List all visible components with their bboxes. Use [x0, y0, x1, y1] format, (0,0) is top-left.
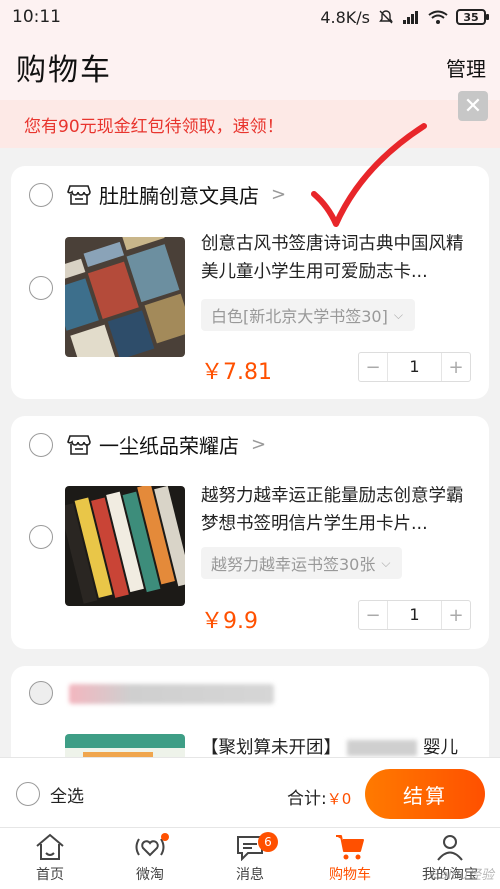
manage-button[interactable]: 管理 [446, 53, 486, 82]
notification-dot [161, 833, 169, 841]
tab-label: 购物车 [329, 867, 371, 883]
promo-text: 您有90元现金红包待领取，速领！ [24, 116, 284, 137]
message-badge: 6 [258, 832, 278, 852]
status-time: 10:11 [12, 7, 61, 27]
shop-header[interactable]: 一尘纸品荣耀店 > [67, 430, 266, 459]
wifi-icon [428, 10, 448, 24]
cart-footer: 全选 合计:￥0 结算 [0, 757, 500, 827]
close-icon[interactable]: ✕ [458, 91, 488, 121]
item-select-radio[interactable] [29, 276, 53, 300]
tab-messages[interactable]: 6 消息 [200, 828, 300, 889]
cart-icon [336, 835, 364, 860]
quantity-value[interactable]: 1 [387, 353, 442, 381]
store-icon [67, 434, 91, 455]
quantity-stepper: − 1 + [358, 352, 471, 382]
variant-label: 越努力越幸运书签30张 [211, 555, 376, 574]
shop-header[interactable]: 肚肚腩创意文具店 > [67, 180, 286, 209]
home-icon [36, 833, 64, 860]
shop-name: 一尘纸品荣耀店 [99, 434, 239, 458]
product-thumbnail[interactable] [65, 237, 185, 357]
product-price: ￥9.9 [201, 609, 258, 634]
tab-cart[interactable]: 购物车 [300, 828, 400, 889]
quantity-stepper: − 1 + [358, 600, 471, 630]
select-all-radio[interactable] [16, 782, 40, 806]
status-bar: 10:11 4.8K/s 35 [0, 0, 500, 34]
select-all-label[interactable]: 全选 [50, 782, 84, 807]
product-price: ￥7.81 [201, 360, 272, 385]
shop-select-radio[interactable] [29, 433, 53, 457]
page-title: 购物车 [16, 53, 112, 88]
decrement-button[interactable]: − [359, 357, 387, 378]
user-icon [437, 835, 463, 861]
checkout-button[interactable]: 结算 [365, 769, 485, 819]
tab-weitao[interactable]: 微淘 [100, 828, 200, 889]
variant-label: 白色[新北京大学书签30] [211, 307, 388, 326]
product-title[interactable]: 越努力越幸运正能量励志创意学霸梦想书签明信片学生用卡片... [201, 482, 471, 538]
tab-label: 消息 [236, 867, 264, 883]
decrement-button[interactable]: − [359, 605, 387, 626]
shop-select-radio[interactable] [29, 183, 53, 207]
increment-button[interactable]: + [442, 357, 470, 378]
network-speed: 4.8K/s [320, 7, 370, 27]
store-icon [67, 184, 91, 205]
battery-icon: 35 [456, 9, 489, 25]
title-blurred [347, 740, 417, 756]
promo-banner[interactable]: 您有90元现金红包待领取，速领！ ✕ [0, 91, 500, 148]
chevron-down-icon: ⌵ [393, 307, 403, 322]
shop-name: 肚肚腩创意文具店 [99, 184, 259, 208]
increment-button[interactable]: + [442, 605, 470, 626]
shop-card: 肚肚腩创意文具店 > 创意古风书签唐诗词古典中国风精美儿童小学生用可爱励志卡..… [11, 166, 489, 399]
variant-selector[interactable]: 越努力越幸运书签30张 ⌵ [201, 547, 403, 579]
tab-label: 首页 [36, 867, 64, 883]
total-summary: 合计:￥0 [287, 789, 352, 809]
tab-label: 微淘 [136, 867, 164, 883]
shop-card: 一尘纸品荣耀店 > 越努力越幸运正能量励志创意学霸梦想书签明信片学生用卡片...… [11, 416, 489, 649]
chevron-right-icon: > [271, 184, 287, 205]
chevron-right-icon: > [251, 434, 267, 455]
quantity-value[interactable]: 1 [387, 601, 442, 629]
page-header: 购物车 管理 [0, 34, 500, 100]
product-thumbnail[interactable] [65, 486, 185, 606]
shop-select-radio[interactable] [29, 681, 53, 705]
item-select-radio[interactable] [29, 525, 53, 549]
shop-name-blurred [69, 684, 274, 704]
product-title[interactable]: 创意古风书签唐诗词古典中国风精美儿童小学生用可爱励志卡... [201, 230, 471, 286]
watermark: Baidu经验 [431, 868, 494, 883]
mute-icon [379, 10, 393, 24]
chevron-down-icon: ⌵ [381, 555, 391, 570]
variant-selector[interactable]: 白色[新北京大学书签30] ⌵ [201, 299, 415, 331]
bottom-tab-bar: 首页 微淘 6 消息 购物车 我的淘宝 Baidu经验 [0, 827, 500, 889]
signal-icon [403, 11, 418, 24]
total-amount: ￥0 [326, 790, 352, 808]
tab-home[interactable]: 首页 [0, 828, 100, 889]
